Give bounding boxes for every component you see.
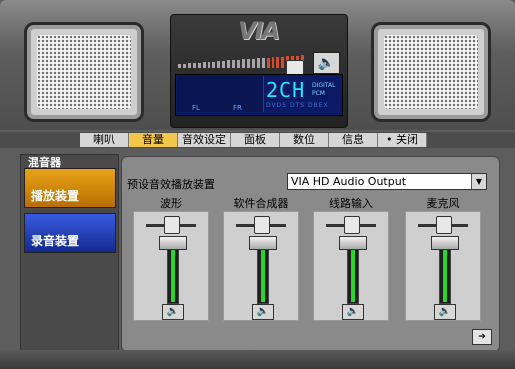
speaker-grille [37, 35, 131, 109]
channel-strip: 🔈 [133, 211, 209, 321]
volume-slider[interactable] [159, 236, 187, 250]
channel-strip: 🔈 [223, 211, 299, 321]
tab-close[interactable]: • 关闭 [378, 133, 427, 147]
meter-bar [261, 58, 265, 68]
lcd-format-badge: DIGITAL PCM [312, 82, 335, 98]
meter-bar [266, 58, 270, 68]
volume-slider[interactable] [431, 236, 459, 250]
volume-track [439, 242, 451, 304]
channel-mute-button[interactable]: 🔈 [434, 304, 456, 320]
tabs: 喇叭 音量 音效设定 面板 数位 信息 • 关闭 [80, 133, 427, 147]
meter-bar [182, 64, 186, 68]
chevron-down-icon[interactable]: ▼ [471, 174, 486, 189]
arrow-right-icon: ➔ [478, 332, 486, 342]
tab-digital[interactable]: 数位 [280, 133, 329, 147]
brand-logo: VIA [237, 17, 280, 45]
default-device-label: 预设音效播放装置 [127, 178, 215, 191]
meter-bar [241, 59, 245, 68]
channel-label: 波形 [160, 197, 182, 210]
meter-bar [281, 57, 285, 68]
channel-mute-button[interactable]: 🔈 [162, 304, 184, 320]
via-audio-deck-window: VIA 🔈 FL FR 2CH DIGITAL PCM DVD5 DTS DBE… [0, 0, 515, 369]
tab-effects[interactable]: 音效设定 [178, 133, 231, 147]
lcd-fl-label: FL [192, 104, 200, 112]
meter-bar [207, 62, 211, 68]
sidebar-item-playback[interactable]: 播放装置 [24, 168, 116, 208]
meter-bar [256, 58, 260, 68]
left-speaker-graphic [24, 22, 144, 122]
channel-label: 软件合成器 [233, 197, 289, 210]
meter-bar [217, 61, 221, 68]
tab-info[interactable]: 信息 [329, 133, 378, 147]
sidebar-item-recording[interactable]: 录音装置 [24, 213, 116, 253]
tab-speaker[interactable]: 喇叭 [80, 133, 129, 147]
speaker-grille [384, 35, 478, 109]
meter-bar [237, 60, 240, 68]
meter-bar [222, 61, 226, 68]
meter-bar [232, 60, 236, 68]
meter-bar [276, 57, 280, 68]
lcd-spectrum [177, 76, 264, 112]
lcd-fr-label: FR [233, 104, 242, 112]
speaker-icon: 🔈 [317, 55, 336, 71]
volume-level-fill [443, 247, 447, 302]
balance-slider[interactable] [344, 216, 360, 234]
meter-bar [251, 59, 255, 68]
speaker-icon: 🔈 [438, 306, 452, 317]
channel-strip: 🔈 [313, 211, 389, 321]
device-select-value: VIA HD Audio Output [291, 175, 407, 188]
tab-volume[interactable]: 音量 [129, 133, 178, 147]
playback-device-select[interactable]: VIA HD Audio Output ▼ [287, 173, 487, 190]
master-mute-button[interactable]: 🔈 [313, 52, 340, 74]
volume-level-fill [171, 247, 175, 302]
meter-bar [187, 63, 191, 68]
channel-mute-button[interactable]: 🔈 [342, 304, 364, 320]
speaker-icon: 🔈 [346, 306, 360, 317]
lcd-channel-readout: 2CH [266, 78, 306, 102]
meter-bar [192, 63, 196, 68]
meter-bar [271, 57, 275, 68]
meter-bar [202, 62, 206, 68]
volume-slider[interactable] [249, 236, 277, 250]
channel-mute-button[interactable]: 🔈 [252, 304, 274, 320]
right-speaker-graphic [371, 22, 491, 122]
meter-bar [178, 64, 181, 68]
sidebar-item-label: 播放装置 [31, 189, 80, 203]
channel-label: 麦克风 [426, 197, 460, 210]
bottom-frame [0, 350, 515, 369]
volume-slider[interactable] [339, 236, 367, 250]
meter-bar [246, 59, 250, 68]
balance-slider[interactable] [436, 216, 452, 234]
balance-slider[interactable] [164, 216, 180, 234]
balance-slider[interactable] [254, 216, 270, 234]
volume-level-fill [261, 247, 265, 302]
tab-panel[interactable]: 面板 [231, 133, 280, 147]
meter-bar [197, 63, 201, 68]
volume-track [257, 242, 269, 304]
meter-bar [212, 62, 216, 68]
speaker-icon: 🔈 [256, 306, 270, 317]
speaker-icon: 🔈 [166, 306, 180, 317]
next-page-button[interactable]: ➔ [472, 329, 492, 345]
volume-level-fill [351, 247, 355, 302]
volume-track [347, 242, 359, 304]
lcd-badge-pcm: PCM [312, 90, 325, 97]
channel-label: 线路输入 [329, 197, 373, 210]
meter-bar [227, 60, 231, 68]
channel-strip: 🔈 [405, 211, 481, 321]
lcd-format-list: DVD5 DTS DBEX [266, 102, 329, 109]
lcd-badge-digital: DIGITAL [312, 82, 336, 89]
sidebar-item-label: 录音装置 [31, 234, 80, 248]
volume-track [167, 242, 179, 304]
